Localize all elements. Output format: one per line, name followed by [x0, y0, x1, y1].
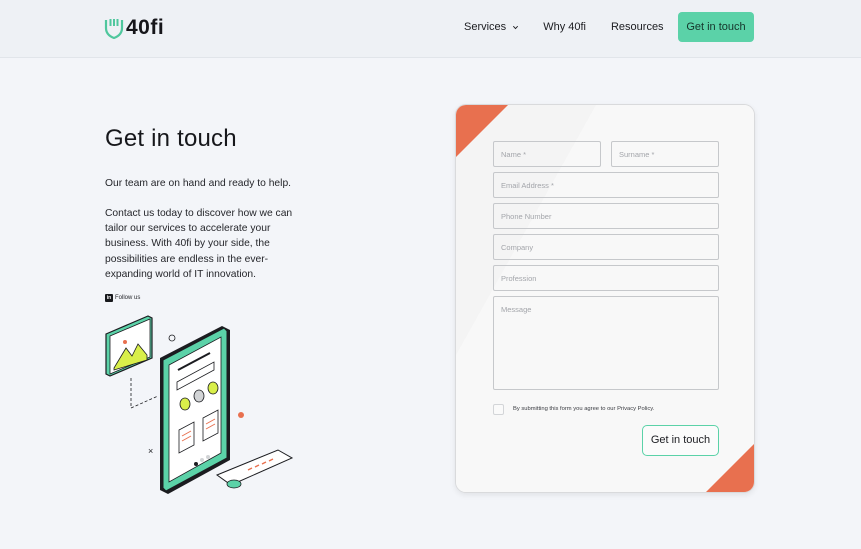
follow-us-link[interactable]: in Follow us [105, 294, 305, 303]
linkedin-icon: in [105, 294, 113, 303]
contact-form-card: Name * Surname * Email Address * Phone N… [455, 104, 755, 493]
email-field[interactable]: Email Address * [493, 172, 719, 198]
hero-text: Get in touch Our team are on hand and re… [105, 125, 305, 303]
svg-text:×: × [148, 446, 153, 456]
submit-button[interactable]: Get in touch [642, 425, 719, 456]
main-nav: Services Why 40fi Resources [464, 21, 664, 33]
nav-item-label: Services [464, 21, 507, 33]
message-field[interactable]: Message [493, 296, 719, 390]
name-field[interactable]: Name * [493, 141, 601, 167]
follow-us-label: Follow us [115, 295, 141, 302]
logo-text: 40fi [126, 16, 165, 39]
nav-item-why-40fi[interactable]: Why 40fi [543, 21, 586, 33]
nav-item-label: Why 40fi [543, 21, 586, 33]
lead-text: Our team are on hand and ready to help. [105, 178, 292, 189]
image-card-graphic [105, 315, 153, 377]
company-field[interactable]: Company [493, 234, 719, 260]
consent-label: By submitting this form you agree to our… [513, 406, 655, 412]
phone-field[interactable]: Phone Number [493, 203, 719, 229]
chevron-down-icon [513, 25, 519, 29]
phone-graphic [160, 326, 230, 494]
nav-item-resources[interactable]: Resources [611, 21, 664, 33]
shield-logo-icon [104, 19, 124, 39]
nav-item-label: Resources [610, 21, 664, 33]
surname-field[interactable]: Surname * [611, 141, 719, 167]
page-title: Get in touch [105, 125, 237, 152]
consent-checkbox[interactable] [493, 404, 504, 415]
profession-field[interactable]: Profession [493, 265, 719, 291]
logo[interactable]: 40fi [104, 16, 164, 40]
body-text: Contact us today to discover how we can … [105, 208, 293, 280]
site-header: 40fi Services Why 40fi Resources Get in … [0, 0, 861, 58]
nav-item-services[interactable]: Services [464, 21, 519, 33]
header-get-in-touch-button[interactable]: Get in touch [678, 12, 754, 42]
phone-illustration: × [105, 315, 294, 494]
